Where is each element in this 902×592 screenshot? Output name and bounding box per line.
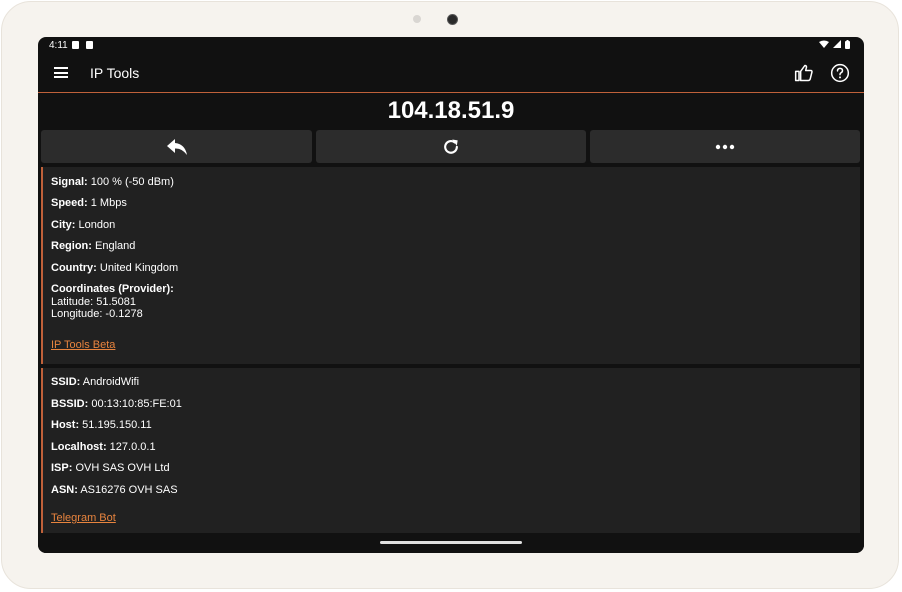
sensor-dot: [413, 15, 421, 23]
status-bar: 4:11: [38, 37, 864, 54]
reply-icon: [166, 138, 187, 155]
thumb-up-icon[interactable]: [794, 63, 814, 83]
more-button[interactable]: [590, 130, 860, 163]
latitude-row: Latitude: 51.5081: [51, 296, 137, 308]
localhost-row: Localhost: 127.0.0.1: [51, 441, 156, 453]
country-row: Country: United Kingdom: [51, 262, 179, 274]
battery-icon: [845, 40, 850, 49]
navigation-bar: [38, 533, 864, 553]
reply-button[interactable]: [41, 130, 312, 163]
city-row: City: London: [51, 219, 116, 231]
longitude-row: Longitude: -0.1278: [51, 308, 143, 320]
region-row: Region: England: [51, 240, 136, 252]
help-icon[interactable]: [830, 63, 850, 83]
isp-row: ISP: OVH SAS OVH Ltd: [51, 462, 170, 474]
signal-row: Signal: 100 % (-50 dBm): [51, 176, 174, 188]
location-card: Signal: 100 % (-50 dBm) Speed: 1 Mbps Ci…: [41, 167, 860, 364]
status-time: 4:11: [49, 40, 68, 51]
cellular-icon: [833, 40, 842, 48]
gesture-handle[interactable]: [380, 541, 522, 544]
host-row: Host: 51.195.150.11: [51, 419, 152, 431]
sd-card-icon: [86, 41, 93, 49]
telegram-bot-link[interactable]: Telegram Bot: [51, 512, 116, 524]
speed-row: Speed: 1 Mbps: [51, 197, 127, 209]
app-title: IP Tools: [90, 65, 140, 81]
ip-address: 104.18.51.9: [387, 97, 515, 124]
ssid-row: SSID: AndroidWifi: [51, 376, 140, 388]
app-toolbar: IP Tools: [38, 54, 864, 93]
front-camera: [447, 14, 458, 25]
menu-icon[interactable]: [54, 67, 68, 78]
ip-tools-beta-link[interactable]: IP Tools Beta: [51, 339, 115, 351]
status-right-icons: [819, 40, 850, 52]
coordinates-label: Coordinates (Provider):: [51, 283, 174, 295]
wifi-icon: [819, 40, 830, 48]
network-card: SSID: AndroidWifi BSSID: 00:13:10:85:FE:…: [41, 368, 860, 533]
notification-icon: [72, 41, 79, 49]
refresh-button[interactable]: [316, 130, 586, 163]
refresh-icon: [444, 139, 458, 154]
more-icon: [715, 144, 735, 149]
screen: 4:11 IP Tools 104.18.51.9 Signal: 100 % …: [38, 37, 864, 553]
bssid-row: BSSID: 00:13:10:85:FE:01: [51, 398, 182, 410]
asn-row: ASN: AS16276 OVH SAS: [51, 484, 178, 496]
